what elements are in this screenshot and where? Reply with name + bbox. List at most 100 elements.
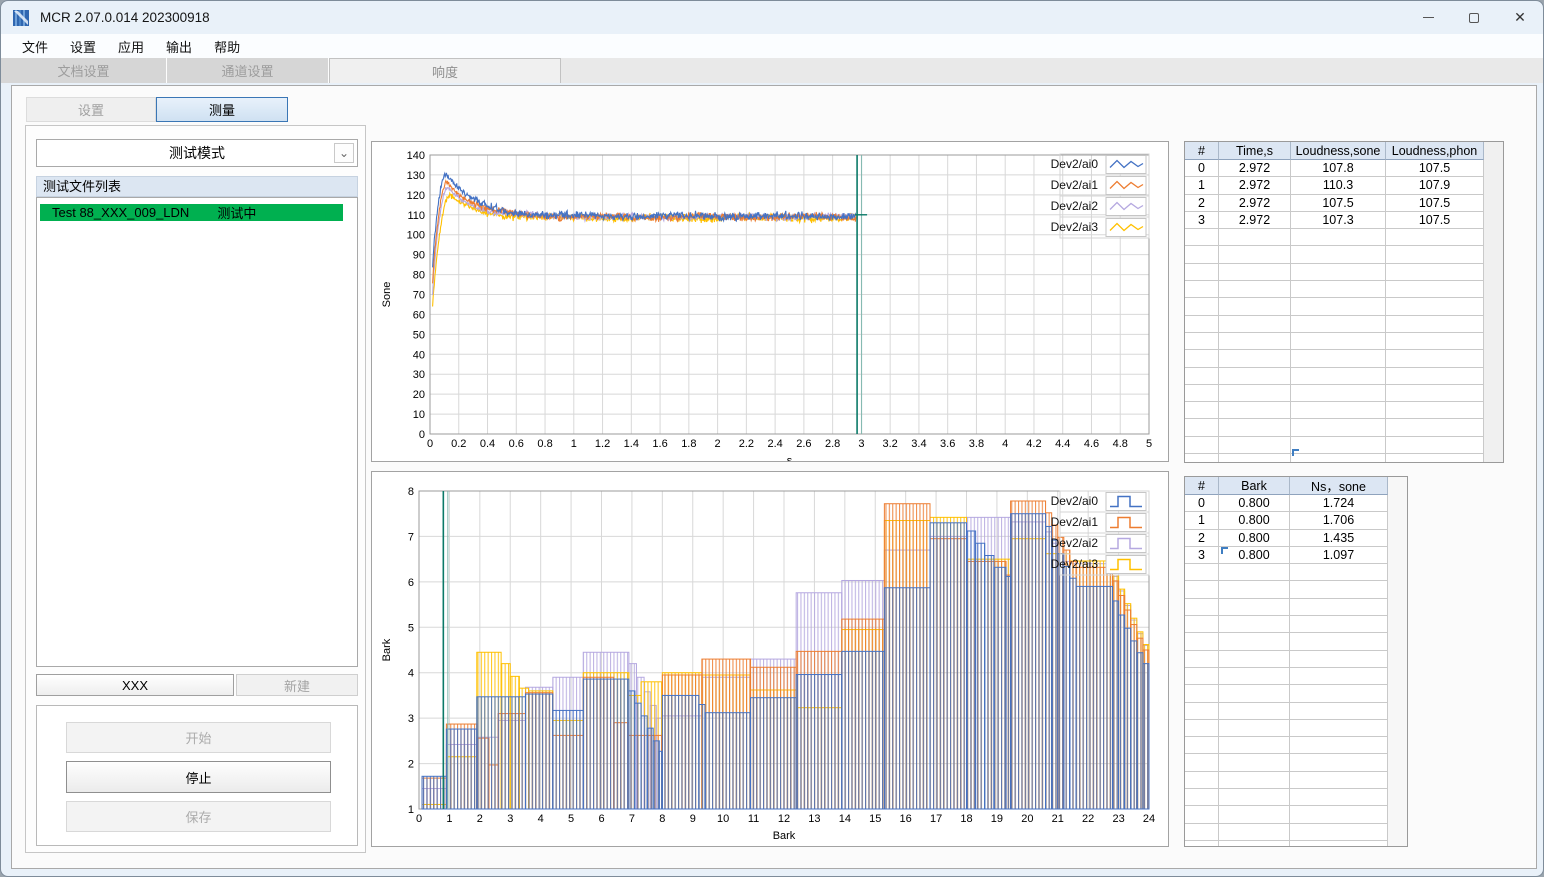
table-cell[interactable] [1219, 263, 1291, 282]
table-cell[interactable] [1386, 246, 1484, 264]
table-cell[interactable]: 0.800 [1219, 512, 1290, 530]
table-cell[interactable] [1219, 581, 1290, 599]
table-cell[interactable] [1386, 332, 1484, 351]
table-cell[interactable] [1291, 332, 1386, 351]
table-cell[interactable] [1291, 384, 1386, 403]
table-cell[interactable]: 0.800 [1219, 546, 1290, 565]
table-cell[interactable] [1185, 229, 1219, 247]
table-cell[interactable] [1386, 350, 1484, 368]
test-mode-dropdown[interactable]: 测试模式 ⌄ [36, 139, 358, 167]
table-cell[interactable]: 2.972 [1219, 194, 1291, 212]
table-cell[interactable]: 1.706 [1290, 512, 1388, 530]
table-cell[interactable]: 107.5 [1386, 160, 1484, 178]
table-cell[interactable] [1185, 823, 1219, 841]
table-cell[interactable]: 1.097 [1290, 546, 1388, 565]
table-cell[interactable]: 2.972 [1219, 177, 1291, 195]
table-cell[interactable] [1219, 367, 1291, 385]
table-cell[interactable]: 107.8 [1291, 160, 1386, 178]
table-cell[interactable] [1219, 719, 1290, 738]
table-cell[interactable] [1185, 598, 1219, 617]
table-cell[interactable]: 1.724 [1290, 495, 1388, 513]
table-cell[interactable] [1185, 402, 1219, 420]
table-cell[interactable] [1290, 823, 1388, 841]
table-cell[interactable] [1291, 246, 1386, 264]
table-cell[interactable] [1185, 702, 1219, 720]
table-cell[interactable]: 2.972 [1219, 211, 1291, 230]
table-cell[interactable]: 110.3 [1291, 177, 1386, 195]
table-cell[interactable] [1185, 840, 1219, 846]
table-cell[interactable] [1219, 332, 1291, 351]
table-cell[interactable] [1219, 436, 1291, 455]
table-cell[interactable] [1291, 419, 1386, 437]
table-cell[interactable] [1185, 806, 1219, 824]
table-cell[interactable]: 1 [1185, 177, 1219, 195]
table-cell[interactable]: 0.800 [1219, 529, 1290, 547]
table-cell[interactable] [1291, 402, 1386, 420]
xxx-button[interactable]: XXX [36, 674, 234, 696]
table-cell[interactable] [1185, 616, 1219, 634]
table-cell[interactable] [1219, 564, 1290, 582]
table-cell[interactable] [1219, 806, 1290, 824]
table-cell[interactable] [1290, 737, 1388, 755]
table-cell[interactable] [1185, 315, 1219, 333]
table-cell[interactable] [1386, 402, 1484, 420]
table-cell[interactable] [1290, 581, 1388, 599]
table-cell[interactable] [1219, 281, 1291, 299]
table-cell[interactable] [1386, 298, 1484, 316]
tab-2[interactable]: 响度 [329, 58, 561, 83]
table-cell[interactable] [1290, 702, 1388, 720]
table-cell[interactable] [1219, 402, 1291, 420]
table-cell[interactable] [1185, 667, 1219, 686]
test-file-list[interactable]: Test 88_XXX_009_LDN 测试中 [36, 197, 358, 667]
table-cell[interactable] [1290, 650, 1388, 668]
table-cell[interactable] [1185, 350, 1219, 368]
table-cell[interactable] [1185, 436, 1219, 455]
table-cell[interactable] [1290, 719, 1388, 738]
table-cell[interactable] [1219, 840, 1290, 846]
table-cell[interactable] [1219, 419, 1291, 437]
table-cell[interactable] [1219, 384, 1291, 403]
table-cell[interactable] [1219, 598, 1290, 617]
table-cell[interactable] [1386, 367, 1484, 385]
loudness-results-table[interactable]: # Time,s Loudness,sone Loudness,phon 0 2.972 1… [1184, 141, 1504, 463]
table-cell[interactable]: 2.972 [1219, 160, 1291, 178]
table-cell[interactable] [1185, 719, 1219, 738]
table-cell[interactable]: 107.3 [1291, 211, 1386, 230]
title-bar[interactable]: MCR 2.07.0.014 202300918 ✕ [1, 1, 1543, 34]
table-cell[interactable] [1219, 771, 1290, 790]
table-cell[interactable]: 3 [1185, 211, 1219, 230]
tab-0[interactable]: 文档设置 [1, 58, 167, 83]
table-cell[interactable]: 1 [1185, 512, 1219, 530]
table-cell[interactable] [1185, 454, 1219, 462]
table-cell[interactable] [1386, 281, 1484, 299]
chevron-down-icon[interactable]: ⌄ [334, 143, 354, 163]
table-cell[interactable] [1219, 702, 1290, 720]
table-cell[interactable] [1290, 685, 1388, 703]
table-cell[interactable] [1291, 350, 1386, 368]
table-cell[interactable] [1185, 281, 1219, 299]
table-cell[interactable] [1290, 616, 1388, 634]
subtab-measure-button[interactable]: 测量 [156, 97, 288, 122]
table-cell[interactable] [1386, 454, 1484, 462]
menu-item-2[interactable]: 应用 [107, 34, 155, 58]
table-cell[interactable] [1219, 789, 1290, 807]
maximize-button[interactable] [1451, 1, 1497, 34]
table-cell[interactable] [1291, 298, 1386, 316]
table-cell[interactable]: 3 [1185, 546, 1219, 565]
table-cell[interactable]: 107.5 [1386, 194, 1484, 212]
table-cell[interactable] [1219, 685, 1290, 703]
minimize-button[interactable] [1405, 1, 1451, 34]
table-cell[interactable] [1219, 633, 1290, 651]
table-cell[interactable] [1185, 633, 1219, 651]
bark-spectrum-chart[interactable]: 0 1 2 3 4 5 6 7 8 9 10 11 12 13 14 15 16 17 18 19 20 21 22 23 24… [371, 471, 1169, 847]
close-button[interactable]: ✕ [1497, 1, 1543, 34]
table-cell[interactable]: 2 [1185, 194, 1219, 212]
table-cell[interactable] [1185, 754, 1219, 772]
table-cell[interactable]: 1.435 [1290, 529, 1388, 547]
table-cell[interactable] [1219, 650, 1290, 668]
table-cell[interactable] [1219, 667, 1290, 686]
table-cell[interactable] [1219, 298, 1291, 316]
menu-item-4[interactable]: 帮助 [203, 34, 251, 58]
table-cell[interactable] [1185, 298, 1219, 316]
table-cell[interactable] [1291, 454, 1386, 462]
